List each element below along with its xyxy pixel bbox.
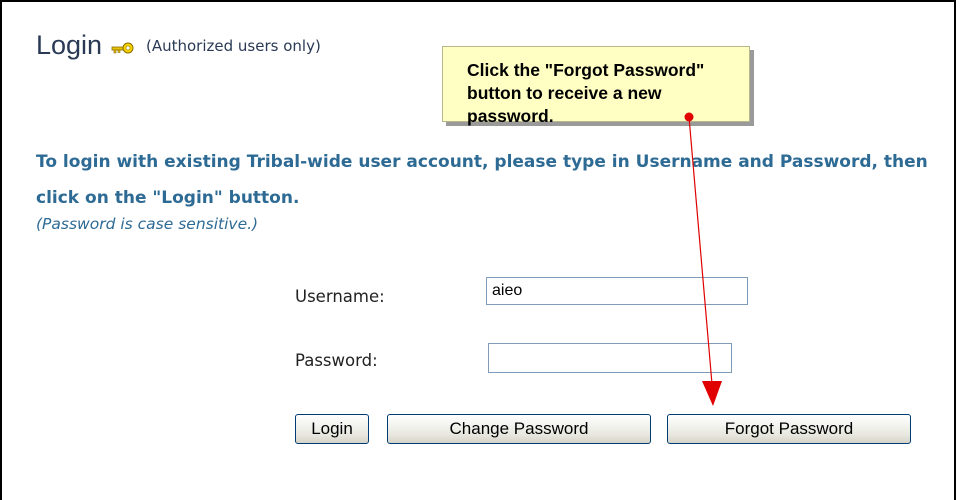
change-password-button[interactable]: Change Password [387,414,651,444]
login-button[interactable]: Login [295,414,369,444]
login-instructions: To login with existing Tribal-wide user … [36,152,928,208]
tooltip-callout: Click the "Forgot Password" button to re… [442,46,750,126]
page-title: Login [36,30,103,60]
forgot-password-button[interactable]: Forgot Password [667,414,911,444]
password-label: Password: [295,351,378,370]
username-input[interactable] [486,277,748,305]
authorized-note: (Authorized users only) [146,37,321,55]
case-sensitive-note: (Password is case sensitive.) [36,215,259,233]
username-label: Username: [295,287,385,306]
key-icon [111,42,134,54]
callout-text: Click the "Forgot Password" button to re… [467,60,705,126]
password-input[interactable] [488,343,732,373]
